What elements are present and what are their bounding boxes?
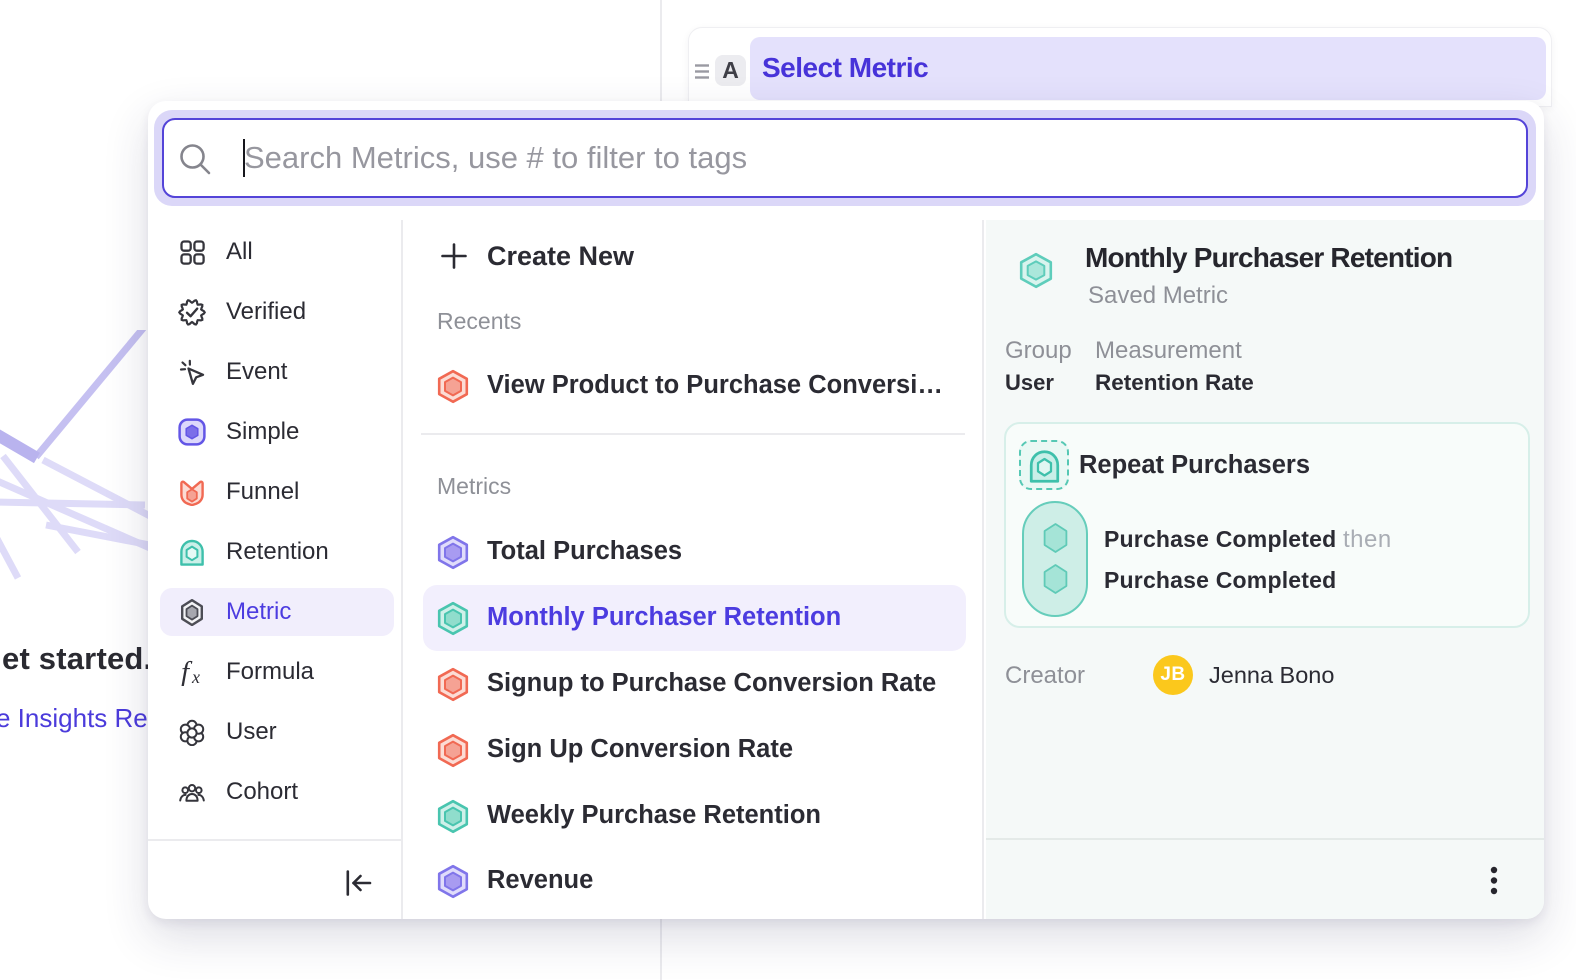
svg-text:x: x (191, 667, 200, 686)
